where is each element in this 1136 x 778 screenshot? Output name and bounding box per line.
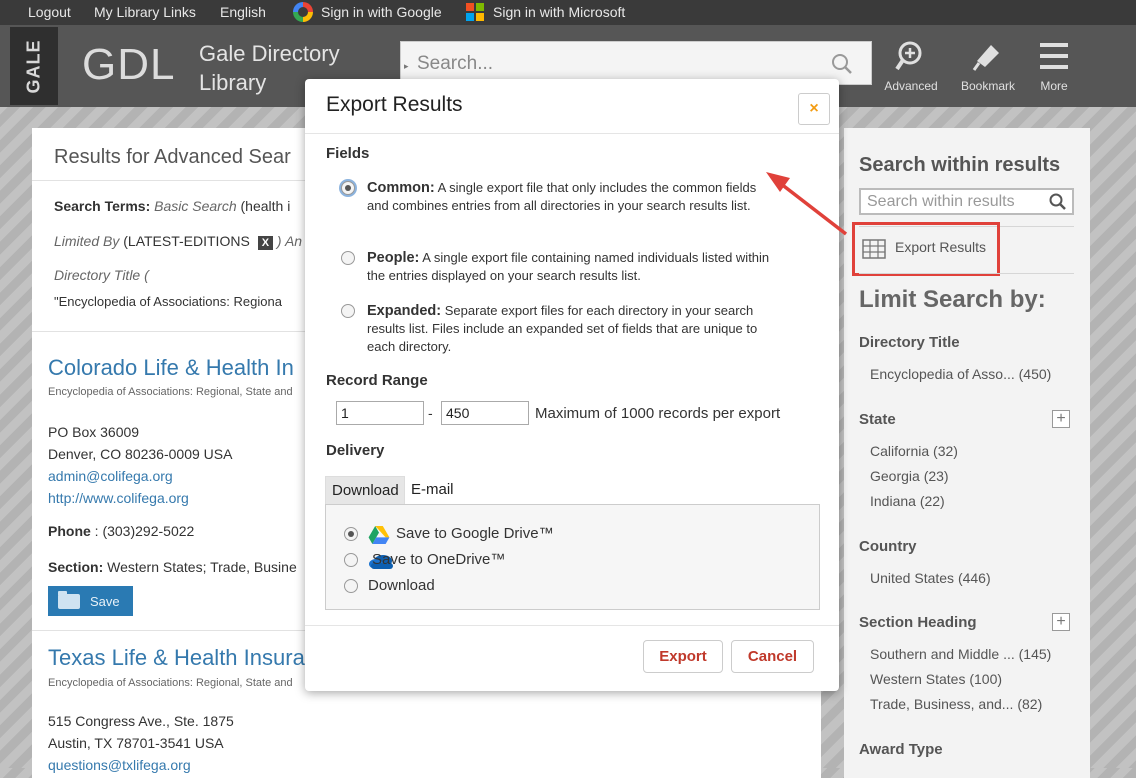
- common-radio[interactable]: [341, 181, 355, 195]
- search-within-title: Search within results: [859, 154, 1061, 176]
- more-menu-button[interactable]: More: [1019, 39, 1089, 93]
- fields-heading: Fields: [326, 145, 370, 162]
- tab-email[interactable]: E-mail: [405, 476, 460, 504]
- facet-item[interactable]: Western States (100): [870, 671, 1002, 687]
- expand-state-icon[interactable]: +: [1052, 410, 1070, 428]
- range-from-input[interactable]: 1: [336, 401, 424, 425]
- onedrive-radio[interactable]: [344, 553, 358, 567]
- hamburger-menu-icon: [1040, 43, 1068, 69]
- language-selector[interactable]: English: [220, 4, 266, 20]
- field-option-common[interactable]: Common: A single export file that only i…: [341, 179, 781, 235]
- delivery-tab-panel: Save to Google Drive™ Save to OneDrive™ …: [325, 504, 820, 610]
- entry-address-2: Austin, TX 78701-3541 USA: [48, 735, 224, 751]
- divider: [305, 133, 839, 134]
- directory-title-value: "Encyclopedia of Associations: Regiona: [54, 294, 282, 309]
- entry-title-link[interactable]: Colorado Life & Health In: [48, 355, 294, 381]
- export-results-button[interactable]: Export Results: [852, 222, 1000, 276]
- field-option-people[interactable]: People: A single export file containing …: [341, 249, 781, 289]
- microsoft-signin-link[interactable]: Sign in with Microsoft: [493, 4, 625, 20]
- facet-item[interactable]: Encyclopedia of Asso... (450): [870, 366, 1051, 382]
- export-results-dialog: Export Results × Fields Common: A single…: [305, 79, 839, 691]
- facet-item[interactable]: Southern and Middle ... (145): [870, 646, 1051, 662]
- gdl-logo[interactable]: GDL: [82, 40, 175, 90]
- google-signin-link[interactable]: Sign in with Google: [321, 4, 442, 20]
- expanded-radio[interactable]: [341, 304, 355, 318]
- entry-address-1: 515 Congress Ave., Ste. 1875: [48, 713, 234, 729]
- top-utility-bar: Logout My Library Links English Sign in …: [0, 0, 1136, 25]
- entry-title-link[interactable]: Texas Life & Health Insura: [48, 645, 305, 671]
- entry-source: Encyclopedia of Associations: Regional, …: [48, 677, 293, 689]
- range-note: Maximum of 1000 records per export: [535, 405, 781, 422]
- entry-phone: Phone : (303)292-5022: [48, 523, 195, 539]
- divider: [859, 273, 1074, 274]
- google-drive-radio[interactable]: [344, 527, 358, 541]
- tab-download[interactable]: Download: [325, 476, 405, 504]
- advanced-search-button[interactable]: Advanced: [876, 39, 946, 93]
- people-radio[interactable]: [341, 251, 355, 265]
- microsoft-icon: [466, 3, 484, 21]
- range-separator: -: [428, 405, 433, 421]
- bookmark-icon: [972, 45, 999, 71]
- search-icon[interactable]: [1049, 193, 1067, 211]
- facet-heading-state: State: [859, 411, 896, 428]
- record-range-heading: Record Range: [326, 372, 428, 389]
- delivery-heading: Delivery: [326, 442, 385, 459]
- close-icon[interactable]: ×: [798, 93, 830, 125]
- entry-address-1: PO Box 36009: [48, 424, 140, 440]
- facet-heading-section-heading: Section Heading: [859, 614, 977, 631]
- field-option-expanded[interactable]: Expanded: Separate export files for each…: [341, 302, 781, 358]
- my-library-links-link[interactable]: My Library Links: [94, 4, 196, 20]
- dialog-title: Export Results: [326, 93, 463, 116]
- search-within-input[interactable]: Search within results: [859, 188, 1074, 215]
- search-terms-line: Search Terms: Basic Search (health i: [54, 198, 291, 214]
- facet-item[interactable]: Georgia (23): [870, 468, 949, 484]
- entry-email-link[interactable]: questions@txlifega.org: [48, 757, 191, 773]
- divider: [305, 625, 839, 626]
- limit-search-title: Limit Search by:: [859, 286, 1046, 313]
- directory-title-label: Directory Title (: [54, 267, 149, 283]
- entry-section: Section: Western States; Trade, Busine: [48, 559, 297, 575]
- entry-source: Encyclopedia of Associations: Regional, …: [48, 386, 293, 398]
- facet-heading-country: Country: [859, 538, 917, 555]
- google-drive-icon: [368, 526, 390, 544]
- table-grid-icon: [862, 239, 886, 259]
- save-entry-button[interactable]: Save: [48, 586, 133, 616]
- right-sidebar: Search within results Search within resu…: [844, 128, 1090, 778]
- export-button[interactable]: Export: [643, 640, 723, 673]
- facet-heading-award-type: Award Type: [859, 741, 943, 758]
- facet-item[interactable]: California (32): [870, 443, 958, 459]
- advanced-search-icon: [895, 41, 922, 71]
- results-title: Results for Advanced Sear: [54, 146, 291, 168]
- facet-heading-directory-title: Directory Title: [859, 334, 960, 351]
- entry-address-2: Denver, CO 80236-0009 USA: [48, 446, 233, 462]
- limited-by-line: Limited By (LATEST-EDITIONS X ) An: [54, 233, 303, 250]
- expand-section-heading-icon[interactable]: +: [1052, 613, 1070, 631]
- range-to-input[interactable]: 450: [441, 401, 529, 425]
- search-caret-icon: ▸: [404, 61, 409, 71]
- facet-item[interactable]: Trade, Business, and... (82): [870, 696, 1042, 712]
- entry-website-link[interactable]: http://www.colifega.org: [48, 490, 189, 506]
- folder-icon: [58, 590, 80, 609]
- facet-item[interactable]: Indiana (22): [870, 493, 945, 509]
- google-icon: [293, 2, 313, 22]
- download-radio[interactable]: [344, 579, 358, 593]
- entry-email-link[interactable]: admin@colifega.org: [48, 468, 173, 484]
- remove-limit-button[interactable]: X: [257, 236, 274, 250]
- facet-item[interactable]: United States (446): [870, 570, 991, 586]
- cancel-button[interactable]: Cancel: [731, 640, 814, 673]
- gale-logo[interactable]: GALE: [10, 27, 58, 105]
- logout-link[interactable]: Logout: [28, 4, 71, 20]
- bookmark-button[interactable]: Bookmark: [953, 39, 1023, 93]
- search-icon[interactable]: [831, 53, 853, 75]
